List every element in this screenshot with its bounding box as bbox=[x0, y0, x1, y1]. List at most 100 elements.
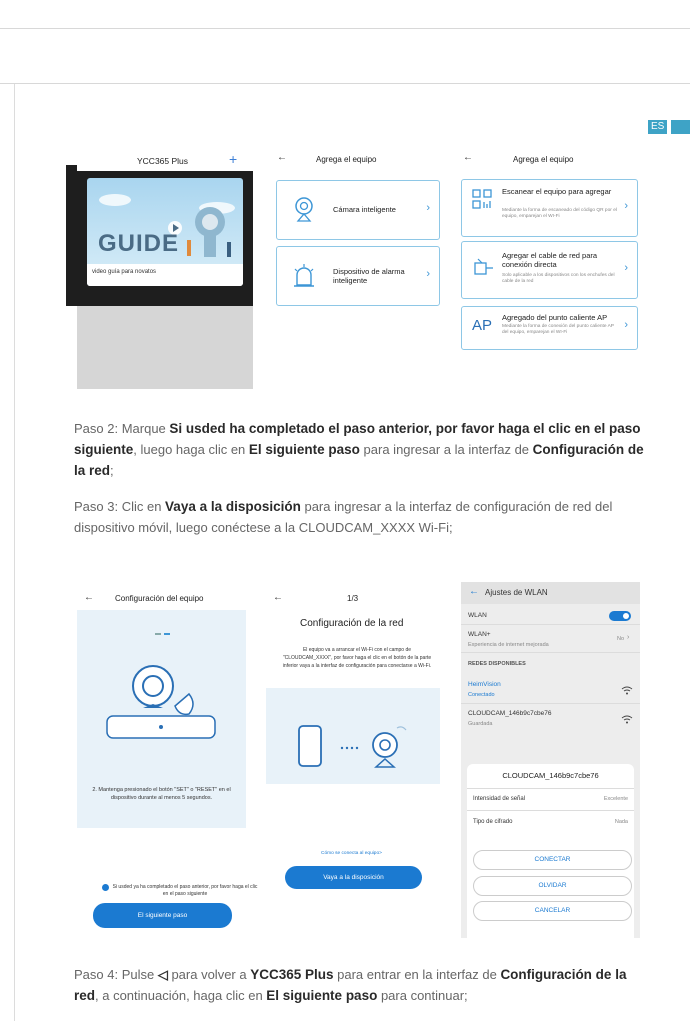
screen2-title: Agrega el equipo bbox=[316, 155, 377, 164]
screenshot-app-home: YCC365 Plus + GUIDE video guía para nova… bbox=[66, 151, 253, 389]
network-name: HeimVision bbox=[468, 681, 501, 688]
language-tag-bar bbox=[671, 120, 690, 134]
network-status: Guardada bbox=[468, 721, 493, 727]
chevron-right-icon: › bbox=[624, 262, 628, 274]
step-4-mid: para volver a bbox=[167, 967, 251, 982]
step-2-mid: , luego haga clic en bbox=[133, 442, 249, 457]
chevron-right-icon: › bbox=[624, 200, 628, 212]
ap-desc: Mediante la forma de conexión del punto … bbox=[502, 324, 614, 335]
forget-button[interactable]: OLVIDAR bbox=[473, 876, 632, 896]
scan-qr-label: Escanear el equipo para agregar bbox=[502, 187, 612, 196]
chevron-right-icon: › bbox=[426, 202, 430, 214]
guide-caption: video guía para novatos bbox=[92, 269, 157, 275]
scan-qr-desc: Mediante la forma de escaneado del códig… bbox=[502, 208, 617, 219]
top-divider bbox=[0, 28, 690, 29]
back-arrow-icon[interactable]: ← bbox=[463, 152, 473, 163]
language-tag: ES bbox=[648, 120, 668, 134]
go-to-settings-button[interactable]: Vaya a la disposición bbox=[285, 866, 422, 889]
divider bbox=[461, 624, 640, 625]
guide-caption-bar: video guía para novatos bbox=[87, 264, 243, 286]
ap-hotspot-card[interactable]: AP Agregado del punto caliente AP Median… bbox=[461, 306, 638, 350]
ethernet-card[interactable]: Agregar el cable de red para conexión di… bbox=[461, 241, 638, 299]
network-config-desc: El equipo va a arrancar el Wi-Fi con el … bbox=[282, 647, 432, 669]
step-4-mid-3: , a continuación, haga clic en bbox=[95, 988, 267, 1003]
ap-label: Agregado del punto caliente AP bbox=[502, 313, 608, 322]
wlan-toggle[interactable] bbox=[609, 611, 631, 621]
phone-wifi-icon bbox=[298, 725, 407, 768]
network-status: Conectado bbox=[468, 692, 495, 698]
ap-icon: AP bbox=[472, 317, 493, 334]
screen5-title: Configuración de la red bbox=[300, 618, 404, 629]
step-2-bold-2: El siguiente paso bbox=[248, 442, 360, 457]
wlan-label: WLAN bbox=[468, 612, 487, 619]
smart-alarm-label: Dispositivo de alarma inteligente bbox=[333, 267, 405, 285]
app-header: YCC365 Plus + bbox=[77, 151, 253, 171]
how-to-connect-link[interactable]: Cómo se conecta al equipo> bbox=[321, 851, 382, 856]
back-triangle-icon: ◁ bbox=[157, 967, 168, 982]
step-3-prefix: Paso 3: Clic en bbox=[74, 499, 166, 514]
reset-instruction: 2. Mantenga presionado el botón "SET" o … bbox=[92, 787, 231, 801]
step-4-end: para continuar; bbox=[377, 988, 468, 1003]
wlan-plus-value: No bbox=[617, 636, 625, 642]
wlan-plus-label: WLAN+ bbox=[468, 631, 491, 638]
wifi-icon bbox=[621, 715, 633, 724]
header-divider bbox=[0, 83, 690, 84]
step-2-text: Paso 2: Marque Si usded ha completado el… bbox=[74, 418, 654, 481]
alarm-icon bbox=[294, 264, 314, 287]
phone-camera-illustration bbox=[266, 688, 440, 784]
divider bbox=[461, 652, 640, 653]
smart-camera-label: Cámara inteligente bbox=[333, 205, 396, 214]
smart-alarm-card[interactable]: Dispositivo de alarma inteligente › bbox=[276, 246, 440, 306]
wlan-plus-sub: Experiencia de internet mejorada bbox=[468, 642, 549, 648]
app-title: YCC365 Plus bbox=[137, 156, 189, 166]
step-4-bold-1: YCC365 Plus bbox=[250, 967, 334, 982]
smart-camera-card[interactable]: Cámara inteligente › bbox=[276, 180, 440, 240]
left-margin-line bbox=[14, 84, 15, 1021]
check-icon[interactable] bbox=[102, 884, 109, 891]
screen4-title: Configuración del equipo bbox=[115, 594, 204, 603]
cancel-button[interactable]: CANCELAR bbox=[473, 901, 632, 921]
ethernet-desc: Solo aplicable a los dispositivos con lo… bbox=[502, 273, 615, 284]
camera-reset-icon bbox=[106, 633, 216, 739]
step-4-prefix: Paso 4: Pulse bbox=[74, 967, 158, 982]
divider bbox=[467, 810, 634, 811]
completed-checkbox-text: Si usded ya ha completado el paso anteri… bbox=[112, 884, 258, 897]
qr-icon bbox=[472, 189, 492, 209]
step-2-prefix: Paso 2: Marque bbox=[74, 421, 170, 436]
sheet-title: CLOUDCAM_146b9c7cbe76 bbox=[502, 771, 599, 780]
wifi-icon bbox=[621, 686, 633, 695]
back-arrow-icon[interactable]: ← bbox=[469, 586, 479, 597]
next-step-button[interactable]: El siguiente paso bbox=[93, 903, 232, 928]
signal-label: Intensidad de señal bbox=[473, 796, 526, 802]
cipher-value: Nada bbox=[614, 819, 628, 825]
network-name: CLOUDCAM_146b9c7cbe76 bbox=[468, 710, 552, 717]
wlan-header: ← Ajustes de WLAN bbox=[461, 582, 640, 604]
step-4-bold-3: El siguiente paso bbox=[266, 988, 378, 1003]
scan-qr-card[interactable]: Escanear el equipo para agregar Mediante… bbox=[461, 179, 638, 237]
chevron-right-icon: › bbox=[426, 268, 430, 280]
step-3-text: Paso 3: Clic en Vaya a la disposición pa… bbox=[74, 496, 634, 538]
step-2-mid-2: para ingresar a la interfaz de bbox=[359, 442, 533, 457]
step-2-end: ; bbox=[110, 463, 114, 478]
connect-button[interactable]: CONECTAR bbox=[473, 850, 632, 870]
step-3-bold-1: Vaya a la disposición bbox=[165, 499, 301, 514]
chevron-right-icon: › bbox=[627, 634, 630, 641]
ethernet-icon bbox=[474, 258, 493, 275]
step-4-mid-2: para entrar en la interfaz de bbox=[333, 967, 501, 982]
wlan-settings-title: Ajustes de WLAN bbox=[485, 588, 548, 597]
ethernet-label: Agregar el cable de red para conexión di… bbox=[502, 251, 598, 269]
back-arrow-icon[interactable]: ← bbox=[84, 592, 94, 603]
signal-value: Excelente bbox=[603, 796, 628, 802]
divider bbox=[467, 788, 634, 789]
camera-icon bbox=[295, 197, 313, 222]
screen3-title: Agrega el equipo bbox=[513, 155, 574, 164]
step-indicator: 1/3 bbox=[347, 594, 359, 603]
guide-video-card[interactable]: GUIDE video guía para novatos bbox=[87, 178, 243, 286]
back-arrow-icon[interactable]: ← bbox=[273, 592, 283, 603]
guide-logo-text: GUIDE bbox=[98, 230, 180, 257]
plus-icon[interactable]: + bbox=[229, 151, 237, 167]
divider bbox=[461, 703, 640, 704]
back-arrow-icon[interactable]: ← bbox=[277, 152, 287, 163]
available-networks-header: REDES DISPONIBLES bbox=[468, 661, 526, 667]
chevron-right-icon: › bbox=[624, 319, 628, 331]
